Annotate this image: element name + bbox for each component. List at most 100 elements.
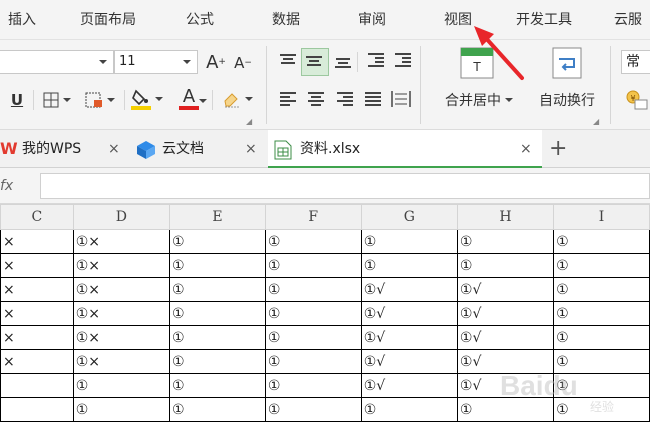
cell-g-3[interactable]: ①√	[360, 301, 458, 326]
column-header-d[interactable]: D	[72, 204, 171, 230]
distributed-align-button[interactable]	[390, 88, 412, 110]
column-header-e[interactable]: E	[169, 204, 266, 230]
font-size-combo[interactable]: 11	[114, 50, 198, 74]
cell-g-5[interactable]: ①√	[360, 349, 458, 374]
cell-i-5[interactable]: ①	[553, 349, 650, 374]
cell-e-3[interactable]: ①	[169, 301, 266, 326]
align-left-icon[interactable]	[280, 92, 296, 106]
cell-d-2[interactable]: ①×	[72, 277, 171, 302]
fill-color-button[interactable]	[128, 86, 166, 112]
cell-g-7[interactable]: ①	[360, 397, 458, 422]
currency-format-button[interactable]: ¥	[624, 88, 650, 112]
decrease-font-button[interactable]: A −	[231, 52, 255, 74]
cell-format-button[interactable]	[80, 88, 120, 112]
close-icon[interactable]: ×	[520, 130, 532, 168]
cell-c-5[interactable]: ×	[0, 349, 74, 374]
cell-c-4[interactable]: ×	[0, 325, 74, 350]
align-bottom-icon[interactable]	[335, 58, 351, 72]
menu-review[interactable]: 审阅	[358, 0, 386, 40]
cell-f-7[interactable]: ①	[264, 397, 362, 422]
cell-g-4[interactable]: ①√	[360, 325, 458, 350]
menu-data[interactable]: 数据	[272, 0, 300, 40]
spreadsheet-grid[interactable]: CDEFGHI × ①× ① ① ① ① ① × ①× ① ① ① ① ① × ①× ① ① ①√ ①√ ① × ①× ① ① ①…	[0, 204, 650, 433]
cell-g-6[interactable]: ①√	[360, 373, 458, 398]
cell-c-2[interactable]: ×	[0, 277, 74, 302]
cell-g-1[interactable]: ①	[360, 253, 458, 278]
cell-d-5[interactable]: ①×	[72, 349, 171, 374]
cell-h-0[interactable]: ①	[456, 229, 555, 254]
cell-h-7[interactable]: ①	[456, 397, 555, 422]
align-middle-button[interactable]	[301, 48, 329, 76]
cell-h-2[interactable]: ①√	[456, 277, 555, 302]
tab-spreadsheet[interactable]: 资料.xlsx ×	[268, 130, 542, 168]
cell-h-6[interactable]: ①√	[456, 373, 555, 398]
increase-font-button[interactable]: A +	[203, 50, 229, 74]
tab-cloud-docs[interactable]: 云文档 ×	[130, 130, 265, 168]
column-header-g[interactable]: G	[360, 204, 458, 230]
wrap-text-button[interactable]: 自动换行	[530, 88, 604, 112]
dialog-launcher-icon[interactable]: ◢	[593, 117, 599, 126]
cell-e-4[interactable]: ①	[169, 325, 266, 350]
close-icon[interactable]: ×	[108, 130, 120, 168]
cell-d-6[interactable]: ①	[72, 373, 171, 398]
font-name-combo[interactable]	[0, 50, 114, 74]
cell-c-3[interactable]: ×	[0, 301, 74, 326]
wrap-text-icon[interactable]	[552, 47, 582, 79]
cell-i-3[interactable]: ①	[553, 301, 650, 326]
fx-icon[interactable]: fx	[0, 168, 40, 204]
cell-h-3[interactable]: ①√	[456, 301, 555, 326]
merge-center-button[interactable]: 合并居中	[436, 88, 522, 112]
cell-e-7[interactable]: ①	[169, 397, 266, 422]
align-right-icon[interactable]	[337, 92, 353, 106]
menu-cloud-service[interactable]: 云服	[614, 0, 642, 40]
cell-i-2[interactable]: ①	[553, 277, 650, 302]
column-header-h[interactable]: H	[456, 204, 555, 230]
cell-h-5[interactable]: ①√	[456, 349, 555, 374]
cell-f-2[interactable]: ①	[264, 277, 362, 302]
cell-f-6[interactable]: ①	[264, 373, 362, 398]
cell-g-2[interactable]: ①√	[360, 277, 458, 302]
cell-f-4[interactable]: ①	[264, 325, 362, 350]
column-header-f[interactable]: F	[264, 204, 362, 230]
align-top-icon[interactable]	[280, 54, 296, 68]
number-format-combo[interactable]: 常	[621, 50, 650, 74]
cell-g-0[interactable]: ①	[360, 229, 458, 254]
cell-h-4[interactable]: ①√	[456, 325, 555, 350]
cell-f-0[interactable]: ①	[264, 229, 362, 254]
column-header-c[interactable]: C	[0, 204, 74, 230]
cell-i-0[interactable]: ①	[553, 229, 650, 254]
menu-page-layout[interactable]: 页面布局	[80, 0, 136, 40]
cell-h-1[interactable]: ①	[456, 253, 555, 278]
clear-format-button[interactable]	[216, 86, 258, 112]
increase-indent-icon[interactable]	[395, 53, 411, 67]
tab-my-wps[interactable]: W 我的WPS ×	[0, 130, 130, 168]
cell-c-7[interactable]	[0, 397, 74, 422]
cell-f-1[interactable]: ①	[264, 253, 362, 278]
cell-e-0[interactable]: ①	[169, 229, 266, 254]
menu-insert[interactable]: 插入	[8, 0, 36, 40]
cell-f-5[interactable]: ①	[264, 349, 362, 374]
cell-e-2[interactable]: ①	[169, 277, 266, 302]
dialog-launcher-icon[interactable]: ◢	[246, 117, 252, 126]
cell-e-1[interactable]: ①	[169, 253, 266, 278]
borders-button[interactable]	[38, 88, 76, 112]
cell-i-6[interactable]: ①	[553, 373, 650, 398]
close-icon[interactable]: ×	[245, 130, 257, 168]
underline-button[interactable]: U	[6, 88, 28, 112]
cell-e-6[interactable]: ①	[169, 373, 266, 398]
column-header-i[interactable]: I	[553, 204, 650, 230]
new-tab-button[interactable]: +	[549, 130, 567, 168]
cell-c-6[interactable]	[0, 373, 74, 398]
formula-input[interactable]	[40, 173, 650, 199]
cell-f-3[interactable]: ①	[264, 301, 362, 326]
cell-d-3[interactable]: ①×	[72, 301, 171, 326]
cell-i-1[interactable]: ①	[553, 253, 650, 278]
cell-i-7[interactable]: ①	[553, 397, 650, 422]
cell-c-1[interactable]: ×	[0, 253, 74, 278]
menu-view[interactable]: 视图	[444, 0, 472, 40]
cell-i-4[interactable]: ①	[553, 325, 650, 350]
menu-formulas[interactable]: 公式	[186, 0, 214, 40]
decrease-indent-icon[interactable]	[368, 53, 384, 67]
cell-e-5[interactable]: ①	[169, 349, 266, 374]
align-center-icon[interactable]	[308, 92, 324, 106]
